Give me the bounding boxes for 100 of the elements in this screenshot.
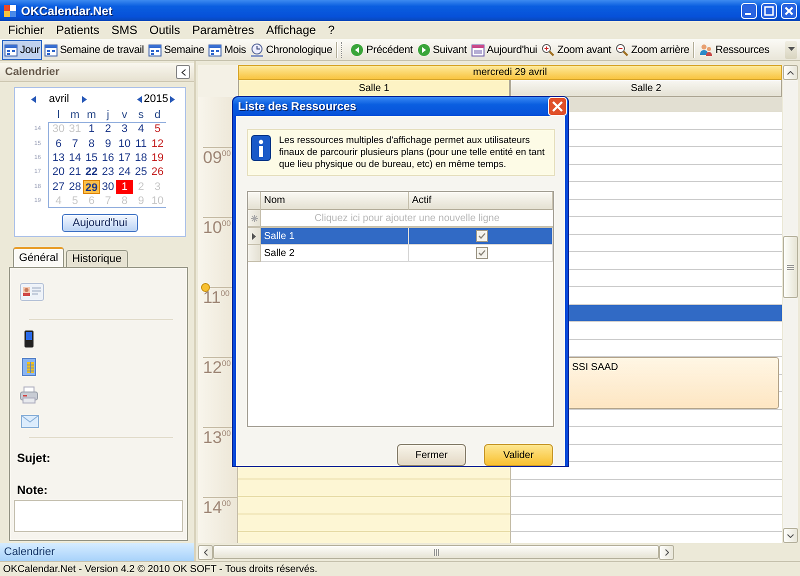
clock-icon — [250, 42, 264, 56]
calendar-day[interactable]: 17 — [116, 151, 133, 166]
calendar-icon — [208, 42, 222, 56]
month-label: avril — [48, 93, 70, 105]
calendar-day[interactable]: 7 — [66, 136, 84, 151]
previous-year-icon[interactable] — [137, 96, 142, 102]
toolbar-button[interactable]: Zoom avant — [539, 40, 614, 60]
chevron-up-icon[interactable] — [787, 70, 794, 74]
view-button[interactable]: Jour — [2, 40, 42, 60]
fax-machine-icon — [20, 386, 38, 404]
row-header[interactable] — [248, 228, 261, 245]
menu-item[interactable]: Paramètres — [186, 23, 260, 37]
chevron-down-icon[interactable] — [787, 534, 794, 538]
weekday-label: m — [86, 109, 98, 122]
calendar-day[interactable]: 19 — [149, 151, 166, 166]
calendar-day[interactable]: 16 — [100, 151, 116, 166]
weekday-label: l — [56, 109, 61, 122]
toolbar-overflow-button[interactable] — [785, 40, 797, 58]
vertical-scrollbar[interactable] — [783, 65, 798, 543]
minimize-icon[interactable] — [741, 2, 757, 18]
calendar-icon — [148, 42, 162, 56]
weekday-label: s — [137, 109, 145, 122]
calendar-day[interactable]: 4 — [132, 122, 150, 136]
calendar-day[interactable]: 24 — [116, 165, 133, 180]
calendar-day[interactable]: 21 — [66, 165, 84, 180]
toolbar-button[interactable]: Précédent — [348, 40, 415, 60]
calendar-day[interactable]: 1 — [116, 180, 133, 194]
chevron-left-icon — [180, 68, 186, 76]
calendar-day[interactable]: 12 — [149, 136, 166, 151]
view-button[interactable]: Semaine de travail — [42, 40, 146, 60]
calendar-day[interactable]: 11 — [132, 136, 150, 151]
previous-month-icon[interactable] — [31, 96, 36, 102]
table-cell[interactable]: Salle 1 — [261, 228, 409, 245]
chevron-right-icon[interactable] — [664, 548, 668, 556]
toolbar-button[interactable]: Suivant — [414, 40, 469, 60]
calendar-day[interactable]: 9 — [100, 136, 116, 151]
tab[interactable]: Historique — [66, 250, 128, 267]
view-button[interactable]: Semaine — [146, 40, 206, 60]
calendar-day[interactable]: 3 — [116, 122, 133, 136]
resource-header[interactable]: Salle 1 — [238, 80, 510, 97]
menu-item[interactable]: Patients — [50, 23, 106, 37]
maximize-icon[interactable] — [761, 2, 777, 18]
menu-item[interactable]: Affichage — [260, 23, 322, 37]
close-icon[interactable] — [548, 97, 567, 116]
calendar-day[interactable]: 15 — [83, 151, 100, 166]
info-icon — [251, 135, 271, 161]
checkbox[interactable] — [476, 247, 488, 259]
calendar-day[interactable]: 13 — [50, 151, 67, 166]
panel-footer[interactable]: Calendrier — [0, 543, 194, 561]
calendar-day[interactable]: 20 — [50, 165, 67, 180]
menu-item[interactable]: Fichier — [2, 23, 50, 37]
note-label: Note: — [17, 483, 49, 497]
calendar-day[interactable]: 28 — [66, 180, 84, 194]
close-icon[interactable] — [781, 2, 797, 18]
column-header[interactable]: Actif — [409, 192, 553, 210]
minutes-label: 00 — [222, 218, 231, 229]
resource-header[interactable]: Salle 2 — [510, 80, 782, 97]
calendar-day[interactable]: 30 — [100, 180, 116, 194]
hour-label: 14 — [203, 498, 222, 517]
column-header[interactable]: Nom — [261, 192, 409, 210]
table-cell[interactable]: Salle 2 — [261, 245, 409, 262]
calendar-day[interactable]: 25 — [132, 165, 150, 180]
next-month-icon[interactable] — [82, 96, 87, 102]
calendar-day[interactable]: 14 — [66, 151, 84, 166]
checkbox[interactable] — [476, 230, 488, 242]
chevron-left-icon[interactable] — [204, 548, 208, 556]
tab[interactable]: Général — [13, 247, 64, 267]
toolbar-button[interactable]: Zoom arrière — [613, 40, 692, 60]
note-field[interactable] — [14, 500, 183, 532]
weekday-label: m — [69, 109, 81, 122]
dialog-button[interactable]: Valider — [484, 444, 553, 466]
calendar-day[interactable]: 10 — [116, 136, 133, 151]
calendar-day[interactable]: 8 — [83, 136, 100, 151]
calendar-day[interactable]: 2 — [100, 122, 116, 136]
weekday-label: j — [106, 109, 110, 122]
toolbar-button[interactable]: Ressources — [697, 40, 772, 60]
menu-item[interactable]: SMS — [105, 23, 144, 37]
new-row-icon — [250, 214, 258, 222]
next-year-icon[interactable] — [170, 96, 175, 102]
calendar-day[interactable]: 26 — [149, 165, 166, 180]
toolbar-button[interactable]: Aujourd'hui — [468, 40, 540, 60]
mobile-phone-icon — [24, 330, 34, 348]
menu-item[interactable]: ? — [322, 23, 341, 37]
calendar-day[interactable]: 5 — [149, 122, 166, 136]
dialog-button[interactable]: Fermer — [397, 444, 466, 466]
view-button[interactable]: Chronologique — [248, 40, 334, 60]
view-button[interactable]: Mois — [206, 40, 248, 60]
calendar-day[interactable]: 22 — [83, 165, 100, 180]
calendar-day[interactable]: 29 — [83, 180, 100, 194]
row-pointer-icon — [252, 232, 256, 240]
calendar-day[interactable]: 27 — [50, 180, 67, 194]
calendar-day[interactable]: 1 — [83, 122, 100, 136]
calendar-day[interactable]: 6 — [50, 136, 67, 151]
menu-item[interactable]: Outils — [143, 23, 186, 37]
calendar-day[interactable]: 18 — [132, 151, 150, 166]
collapse-button[interactable] — [176, 65, 190, 79]
calendar-day[interactable]: 23 — [100, 165, 116, 180]
app-logo-icon — [3, 4, 17, 18]
today-button[interactable]: Aujourd'hui — [62, 214, 138, 232]
horizontal-scrollbar[interactable] — [198, 545, 674, 559]
